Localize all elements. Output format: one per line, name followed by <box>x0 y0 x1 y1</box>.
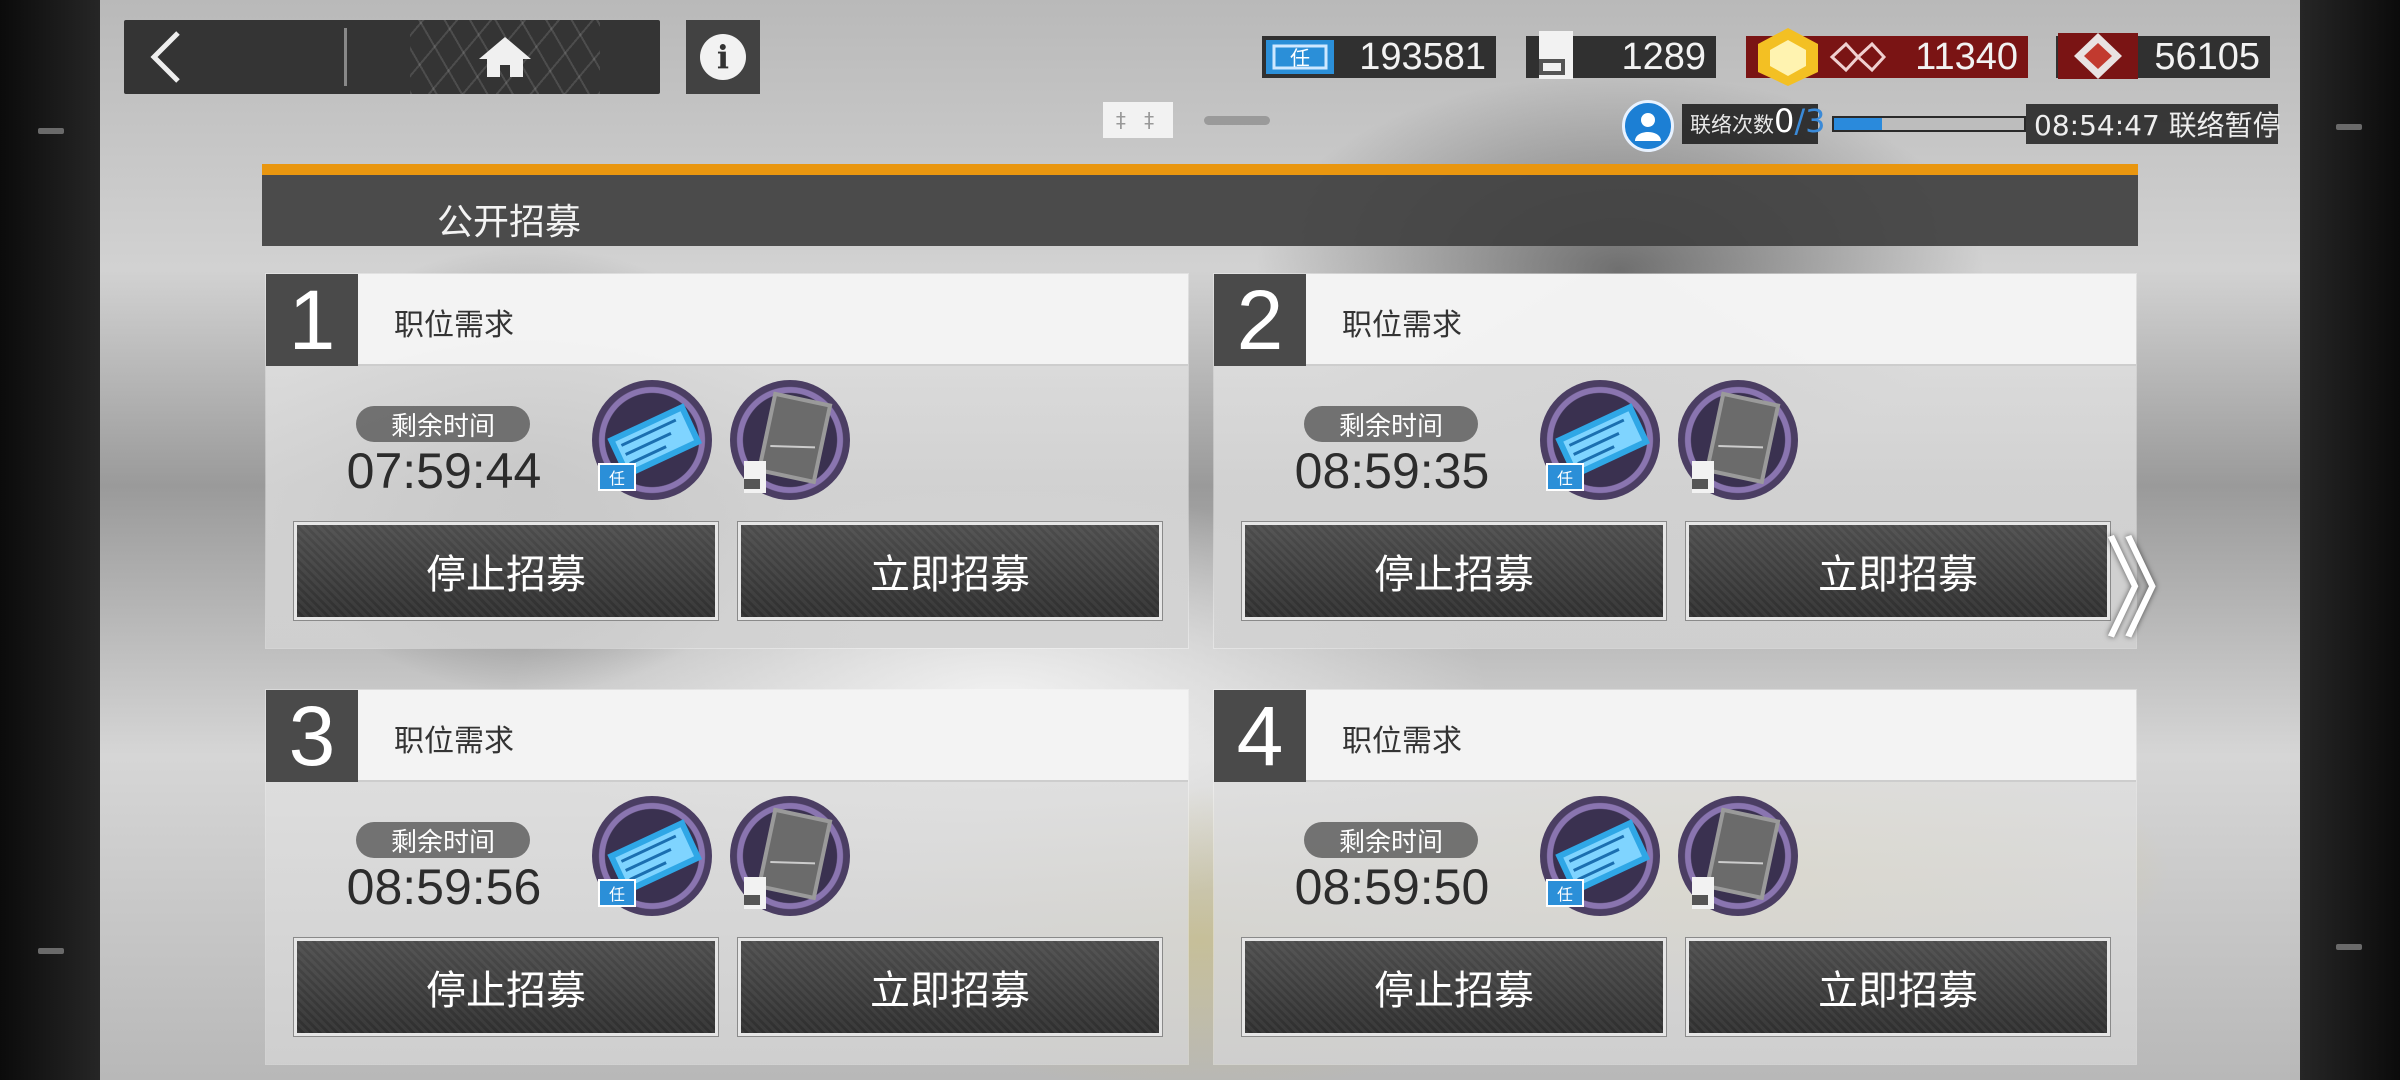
svg-text:任: 任 <box>1557 885 1573 904</box>
resource-lmd[interactable]: 11340 <box>1746 28 2028 86</box>
contact-status-bar: 联络次数 0/3 08:54:47 联络暂停 <box>1622 100 2281 152</box>
page-indicator-inactive[interactable] <box>1204 116 1270 125</box>
plan-badge-icon <box>734 876 776 910</box>
nav-divider <box>344 28 347 86</box>
remaining-time: 08:59:35 <box>1294 443 1490 499</box>
remaining-time: 08:59:56 <box>346 859 542 915</box>
slot-label: 职位需求 <box>394 308 514 343</box>
recruitment-permit-icon: 任 <box>1262 28 1338 84</box>
resource-originium[interactable]: 56105 <box>2056 33 2270 79</box>
expedite-recruit-button[interactable]: 立即招募 <box>737 937 1163 1037</box>
permit-badge-icon: 任 <box>1544 876 1586 910</box>
remaining-time-label: 剩余时间 <box>356 406 530 442</box>
slot-header: 1 职位需求 <box>266 273 1188 367</box>
double-chevron-right-icon[interactable]: 》 <box>2104 532 2214 648</box>
svg-text:任: 任 <box>1557 469 1573 488</box>
slot-number: 1 <box>266 273 358 367</box>
originium-icon <box>2056 28 2140 84</box>
right-edge <box>2300 0 2400 1080</box>
lmd-count: 11340 <box>1915 35 2018 78</box>
svg-text:任: 任 <box>609 885 625 904</box>
expedite-recruit-button[interactable]: 立即招募 <box>1685 937 2111 1037</box>
expedited-plan-item[interactable] <box>1678 380 1798 500</box>
stop-recruit-button[interactable]: 停止招募 <box>293 937 719 1037</box>
recruitment-permit-item[interactable]: 任 <box>1540 796 1660 916</box>
contact-progress <box>1832 116 2026 132</box>
expedite-recruit-button[interactable]: 立即招募 <box>1685 521 2111 621</box>
recruitment-permit-item[interactable]: 任 <box>592 380 712 500</box>
nav-group <box>124 20 660 94</box>
remaining-time-label: 剩余时间 <box>1304 822 1478 858</box>
contact-count-max: /3 <box>1794 102 1826 140</box>
originium-count: 56105 <box>2154 35 2260 78</box>
slot-header: 3 职位需求 <box>266 689 1188 783</box>
contact-count: 0/3 <box>1774 102 1826 140</box>
slot-label: 职位需求 <box>394 724 514 759</box>
remaining-time-label: 剩余时间 <box>356 822 530 858</box>
slot-number: 2 <box>1214 273 1306 367</box>
stop-recruit-button[interactable]: 停止招募 <box>293 521 719 621</box>
back-chevron-icon <box>150 31 180 83</box>
info-button[interactable]: i <box>686 20 760 94</box>
slot-label: 职位需求 <box>1342 308 1462 343</box>
info-icon: i <box>700 34 746 80</box>
slot-label: 职位需求 <box>1342 724 1462 759</box>
recruit-slot-2: 2 职位需求 剩余时间 08:59:35 任 停止招募 立即招募 <box>1214 273 2136 648</box>
home-button[interactable] <box>410 20 600 94</box>
expedited-plan-item[interactable] <box>730 796 850 916</box>
plan-badge-icon <box>734 460 776 494</box>
expedited-plan-item[interactable] <box>1678 796 1798 916</box>
recruit-slot-3: 3 职位需求 剩余时间 08:59:56 任 停止招募 立即招募 <box>266 689 1188 1064</box>
permit-badge-icon: 任 <box>1544 460 1586 494</box>
contact-timer: 08:54:47 联络暂停 <box>2026 104 2281 144</box>
plan-badge-icon <box>1682 876 1724 910</box>
expedited-plan-item[interactable] <box>730 380 850 500</box>
resource-recruitment-permit[interactable]: 任 193581 <box>1262 36 1496 78</box>
contact-avatar-icon[interactable] <box>1622 100 1674 152</box>
recruit-header: 公开招募 <box>262 164 2138 246</box>
slot-number: 4 <box>1214 689 1306 783</box>
page-title: 公开招募 <box>437 202 582 243</box>
slot-header: 4 职位需求 <box>1214 689 2136 783</box>
svg-text:任: 任 <box>609 469 625 488</box>
remaining-time-label: 剩余时间 <box>1304 406 1478 442</box>
recruit-slot-1: 1 职位需求 剩余时间 07:59:44 任 停止招募 立即招募 <box>266 273 1188 648</box>
svg-text:任: 任 <box>1290 46 1310 70</box>
home-icon <box>479 37 531 77</box>
expedited-plan-count: 1289 <box>1621 35 1706 78</box>
stop-recruit-button[interactable]: 停止招募 <box>1241 521 1667 621</box>
plan-badge-icon <box>1682 460 1724 494</box>
contact-count-current: 0 <box>1774 102 1795 140</box>
remaining-time: 08:59:50 <box>1294 859 1490 915</box>
recruitment-permit-item[interactable]: 任 <box>592 796 712 916</box>
permit-badge-icon: 任 <box>596 460 638 494</box>
resource-expedited-plan[interactable]: 1289 <box>1526 31 1716 79</box>
slot-number: 3 <box>266 689 358 783</box>
recruit-slot-4: 4 职位需求 剩余时间 08:59:50 任 停止招募 立即招募 <box>1214 689 2136 1064</box>
lmd-pattern-icon <box>1829 41 1887 73</box>
slot-header: 2 职位需求 <box>1214 273 2136 367</box>
recruitment-permit-item[interactable]: 任 <box>1540 380 1660 500</box>
page-indicator-active[interactable]: ‡ ‡ <box>1103 102 1173 138</box>
expedited-plan-icon <box>1526 28 1586 84</box>
stop-recruit-button[interactable]: 停止招募 <box>1241 937 1667 1037</box>
recruitment-permit-count: 193581 <box>1359 35 1486 78</box>
lmd-icon <box>1746 28 1830 86</box>
remaining-time: 07:59:44 <box>346 443 542 499</box>
left-edge <box>0 0 100 1080</box>
permit-badge-icon: 任 <box>596 876 638 910</box>
back-button[interactable] <box>124 20 344 94</box>
contact-progress-fill <box>1834 118 1882 130</box>
expedite-recruit-button[interactable]: 立即招募 <box>737 521 1163 621</box>
